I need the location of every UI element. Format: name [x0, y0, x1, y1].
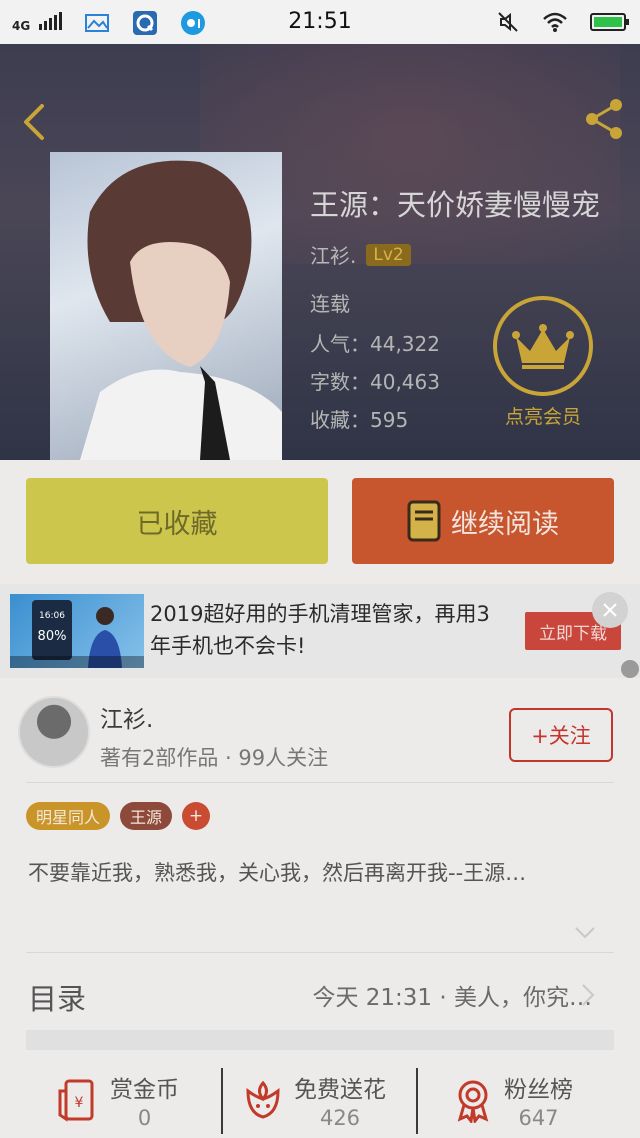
- tag-item[interactable]: 王源: [120, 802, 173, 830]
- red-envelope-icon: ¥: [58, 1079, 94, 1122]
- tag-list: 明星同人 王源 +: [26, 802, 211, 830]
- svg-text:¥: ¥: [75, 1095, 84, 1111]
- continue-reading-button[interactable]: 继续阅读: [352, 478, 614, 564]
- ad-image-percent: 80%: [38, 629, 67, 644]
- toc-label[interactable]: 目录: [28, 976, 86, 1018]
- fans-label: 粉丝榜: [504, 1077, 573, 1103]
- follow-button[interactable]: +关注: [509, 708, 613, 762]
- book-title: 王源：天价娇妻慢慢宠: [310, 188, 601, 222]
- author-avatar[interactable]: [18, 696, 90, 768]
- status-bar: 4G 21:51: [0, 0, 640, 44]
- book-cover[interactable]: [50, 152, 282, 460]
- back-icon[interactable]: [16, 100, 52, 144]
- book-status: 连载: [310, 292, 350, 316]
- medal-icon: [457, 1080, 489, 1123]
- wifi-icon: [543, 12, 567, 32]
- flowers-label: 免费送花: [294, 1077, 386, 1103]
- toc-latest-chapter[interactable]: 今天 21:31 · 美人，你究…: [312, 978, 592, 1012]
- book-word-count: 字数：40,463: [310, 370, 440, 394]
- battery-icon: [590, 13, 629, 31]
- divider: [26, 782, 614, 783]
- reward-label: 赏金币: [110, 1077, 179, 1103]
- free-flowers-button[interactable]: 免费送花 426: [240, 1062, 386, 1138]
- book-intro[interactable]: 不要靠近我，熟悉我，关心我，然后再离开我--王源…: [28, 858, 614, 888]
- continue-reading-label: 继续阅读: [451, 508, 559, 540]
- ad-text: 2019超好用的手机清理管家，再用3年手机也不会卡!: [150, 602, 490, 658]
- divider: [416, 1068, 418, 1134]
- vip-membership-button[interactable]: 点亮会员: [493, 296, 593, 429]
- reward-value: 0: [137, 1106, 152, 1130]
- reward-coins-button[interactable]: ¥ 赏金币 0: [56, 1062, 179, 1138]
- flowers-value: 426: [319, 1106, 361, 1130]
- collected-button[interactable]: 已收藏: [26, 478, 328, 564]
- bottom-action-bar: ¥ 赏金币 0 免费送花 426 粉丝榜 647: [0, 1062, 640, 1138]
- book-icon: [407, 500, 441, 542]
- ad-close-button[interactable]: [592, 592, 628, 628]
- book-favorites: 收藏：595: [310, 408, 409, 432]
- book-author[interactable]: 江衫.: [310, 240, 356, 269]
- book-popularity: 人气：44,322: [310, 332, 440, 356]
- book-header: 王源：天价娇妻慢慢宠 江衫. Lv2 连载 人气：44,322 字数：40,46…: [0, 44, 640, 460]
- fans-value: 647: [518, 1106, 559, 1130]
- chevron-right-icon[interactable]: [580, 982, 596, 1008]
- share-icon[interactable]: [582, 96, 628, 142]
- divider: [26, 952, 614, 953]
- collected-label: 已收藏: [136, 508, 218, 540]
- author-level-badge: Lv2: [366, 243, 411, 266]
- flower-icon: [246, 1080, 280, 1119]
- crown-icon: [493, 296, 593, 396]
- mute-icon: [498, 12, 518, 32]
- ad-image: 16:06 80%: [10, 594, 144, 668]
- fans-ranking-button[interactable]: 粉丝榜 647: [450, 1062, 573, 1138]
- divider: [221, 1068, 223, 1134]
- section-separator: [26, 1030, 614, 1050]
- close-icon: [603, 603, 617, 617]
- book-author-row: 江衫. Lv2: [310, 240, 411, 269]
- cover-portrait: [80, 160, 282, 460]
- author-stats: 著有2部作品 · 99人关注: [100, 746, 329, 770]
- ad-mark-icon: [621, 660, 639, 678]
- author-name[interactable]: 江衫.: [100, 700, 153, 734]
- ad-image-time: 16:06: [39, 611, 65, 621]
- add-tag-button[interactable]: +: [182, 802, 211, 830]
- vip-label: 点亮会员: [504, 406, 581, 428]
- tag-item[interactable]: 明星同人: [26, 802, 111, 830]
- expand-chevron-down-icon[interactable]: [574, 926, 596, 940]
